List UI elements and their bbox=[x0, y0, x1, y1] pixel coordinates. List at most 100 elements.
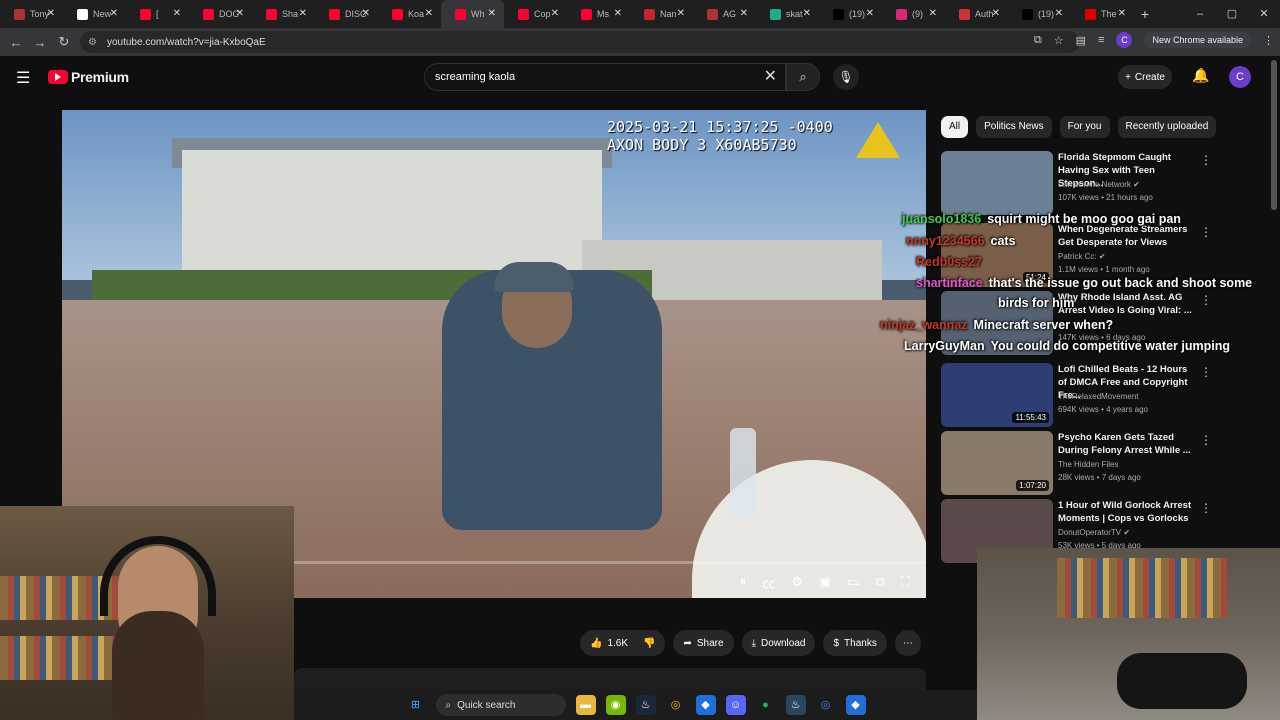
thumbs-down-icon[interactable]: 👎 bbox=[643, 638, 655, 649]
channel-name[interactable]: The Hidden Files bbox=[1058, 460, 1118, 469]
video-thumbnail[interactable]: 1:07:20 bbox=[941, 431, 1053, 495]
browser-tab[interactable]: Sha ✕ bbox=[252, 0, 315, 28]
bookmark-star-icon[interactable]: ☆ bbox=[1054, 34, 1064, 47]
tab-close-icon[interactable]: ✕ bbox=[551, 8, 559, 19]
steam2-icon[interactable]: ♨ bbox=[785, 695, 806, 715]
recommendation-item[interactable]: Florida Stepmom Caught Having Sex with T… bbox=[941, 151, 1271, 215]
page-scrollbar[interactable] bbox=[1271, 60, 1277, 210]
close-window-icon[interactable]: ✕ bbox=[1248, 0, 1280, 28]
browser-tab[interactable]: (19) ✕ bbox=[1008, 0, 1071, 28]
side-panel-icon[interactable]: ▤ bbox=[1076, 34, 1086, 47]
browser-tab[interactable]: Tony ✕ bbox=[0, 0, 63, 28]
reading-list-icon[interactable]: ≡ bbox=[1098, 34, 1104, 46]
tab-close-icon[interactable]: ✕ bbox=[1118, 8, 1126, 19]
voice-search-button[interactable]: 🎙 bbox=[833, 64, 859, 90]
recommendation-item[interactable]: 51:24 When Degenerate Streamers Get Despe… bbox=[941, 223, 1271, 287]
download-button[interactable]: ⤓ Download bbox=[741, 630, 816, 656]
account-avatar[interactable]: C bbox=[1229, 66, 1251, 88]
browser-tab[interactable]: AG ✕ bbox=[693, 0, 756, 28]
tab-close-icon[interactable]: ✕ bbox=[929, 8, 937, 19]
tab-close-icon[interactable]: ✕ bbox=[803, 8, 811, 19]
minimize-icon[interactable]: – bbox=[1184, 0, 1216, 28]
hamburger-menu-icon[interactable]: ☰ bbox=[16, 68, 30, 88]
autoplay-toggle-icon[interactable]: ⏸ bbox=[740, 574, 747, 590]
search-button[interactable]: ⌕ bbox=[786, 63, 820, 91]
tab-close-icon[interactable]: ✕ bbox=[740, 8, 748, 19]
chrome-icon[interactable]: ◎ bbox=[666, 695, 686, 715]
filter-chip[interactable]: For you bbox=[1059, 116, 1110, 138]
site-info-icon[interactable]: ⚙ bbox=[88, 37, 97, 48]
video-thumbnail[interactable]: 51:24 bbox=[941, 223, 1053, 287]
recommendation-item[interactable]: 11:55:43 Lofi Chilled Beats - 12 Hours of… bbox=[941, 363, 1271, 427]
create-button[interactable]: + Create bbox=[1118, 65, 1172, 89]
more-options-icon[interactable]: ⋮ bbox=[1200, 433, 1212, 447]
video-title[interactable]: Psycho Karen Gets Tazed During Felony Ar… bbox=[1058, 431, 1198, 457]
tab-close-icon[interactable]: ✕ bbox=[992, 8, 1000, 19]
windows-start-icon[interactable]: ⊞ bbox=[406, 695, 426, 715]
filter-chip[interactable]: Politics News bbox=[976, 116, 1052, 138]
browser-tab[interactable]: Nan ✕ bbox=[630, 0, 693, 28]
video-title[interactable]: Why Rhode Island Asst. AG Arrest Video I… bbox=[1058, 291, 1198, 317]
miniplayer-icon[interactable]: ▣ bbox=[819, 574, 831, 590]
tab-close-icon[interactable]: ✕ bbox=[236, 8, 244, 19]
more-options-icon[interactable]: ⋮ bbox=[1200, 225, 1212, 239]
tab-close-icon[interactable]: ✕ bbox=[1055, 8, 1063, 19]
maximize-icon[interactable]: ▢ bbox=[1216, 0, 1248, 28]
chrome-active-icon[interactable]: ◎ bbox=[816, 695, 836, 715]
like-button[interactable]: 👍 1.6K 👎 bbox=[580, 630, 666, 656]
channel-name[interactable]: TheRelaxedMovement bbox=[1058, 392, 1138, 401]
tab-close-icon[interactable]: ✕ bbox=[47, 8, 55, 19]
captions-icon[interactable]: ㏄ bbox=[762, 573, 775, 592]
taskbar-search[interactable]: ⌕ Quick search bbox=[435, 694, 566, 716]
nvidia-icon[interactable]: ◉ bbox=[605, 695, 626, 715]
reload-icon[interactable]: ↻ bbox=[52, 34, 76, 50]
file-explorer-icon[interactable]: ▬ bbox=[575, 695, 596, 715]
browser-tab[interactable]: Cop ✕ bbox=[504, 0, 567, 28]
browser-tab[interactable]: Ms ✕ bbox=[567, 0, 630, 28]
more-options-icon[interactable]: ⋮ bbox=[1200, 153, 1212, 167]
new-chrome-button[interactable]: New Chrome available bbox=[1144, 32, 1251, 48]
more-options-icon[interactable]: ⋮ bbox=[1200, 293, 1212, 307]
browser-tab[interactable]: DISC ✕ bbox=[315, 0, 378, 28]
browser-tab[interactable]: (19) ✕ bbox=[819, 0, 882, 28]
browser-tab[interactable]: Auth ✕ bbox=[945, 0, 1008, 28]
tab-close-icon[interactable]: ✕ bbox=[425, 8, 433, 19]
tab-close-icon[interactable]: ✕ bbox=[299, 8, 307, 19]
video-thumbnail[interactable] bbox=[941, 291, 1053, 355]
youtube-logo[interactable]: Premium bbox=[48, 69, 129, 85]
spotify-icon[interactable]: ● bbox=[756, 695, 776, 715]
fullscreen-icon[interactable]: ⛶ bbox=[901, 574, 910, 590]
theater-mode-icon[interactable]: ▭ bbox=[847, 574, 859, 590]
channel-name[interactable]: DonutOperatorTV ✔ bbox=[1058, 528, 1130, 537]
browser-tab[interactable]: [✕ bbox=[126, 0, 189, 28]
video-title[interactable]: 1 Hour of Wild Gorlock Arrest Moments | … bbox=[1058, 499, 1198, 525]
channel-name[interactable]: Patrick Cc: ✔ bbox=[1058, 252, 1106, 261]
tab-close-icon[interactable]: ✕ bbox=[614, 8, 622, 19]
browser-tab[interactable]: Koa ✕ bbox=[378, 0, 441, 28]
clear-search-icon[interactable]: ✕ bbox=[764, 64, 777, 90]
back-icon[interactable]: ← bbox=[4, 35, 28, 50]
more-options-icon[interactable]: ⋮ bbox=[1200, 365, 1212, 379]
description-box[interactable] bbox=[294, 668, 926, 690]
tab-close-icon[interactable]: ✕ bbox=[677, 8, 685, 19]
browser-tab[interactable]: (9) ✕ bbox=[882, 0, 945, 28]
browser-tab[interactable]: New ✕ bbox=[63, 0, 126, 28]
new-tab-icon[interactable]: + bbox=[1134, 6, 1156, 22]
filter-chip[interactable]: Recently uploaded bbox=[1117, 116, 1217, 138]
filter-chip[interactable]: All bbox=[941, 116, 969, 138]
video-thumbnail[interactable] bbox=[941, 151, 1053, 215]
cast-video-icon[interactable]: ⧉ bbox=[876, 574, 885, 590]
discord-icon[interactable]: ☺ bbox=[725, 695, 746, 715]
browser-tab[interactable]: skat ✕ bbox=[756, 0, 819, 28]
cast-icon[interactable]: ⧉ bbox=[1034, 34, 1042, 47]
tab-close-icon[interactable]: ✕ bbox=[110, 8, 118, 19]
browser-tab[interactable]: The ✕ bbox=[1071, 0, 1134, 28]
tab-close-icon[interactable]: ✕ bbox=[488, 8, 496, 19]
more-options-icon[interactable]: ⋮ bbox=[1200, 501, 1212, 515]
search-input[interactable]: screaming kaola ✕ bbox=[424, 63, 786, 91]
profile-avatar[interactable]: C bbox=[1116, 32, 1133, 48]
settings-gear-icon[interactable]: ⚙ bbox=[791, 574, 803, 590]
more-menu-icon[interactable]: ⋮ bbox=[1263, 34, 1274, 47]
browser-tab[interactable]: Wh ✕ bbox=[441, 0, 504, 28]
video-title[interactable]: When Degenerate Streamers Get Desperate … bbox=[1058, 223, 1198, 249]
